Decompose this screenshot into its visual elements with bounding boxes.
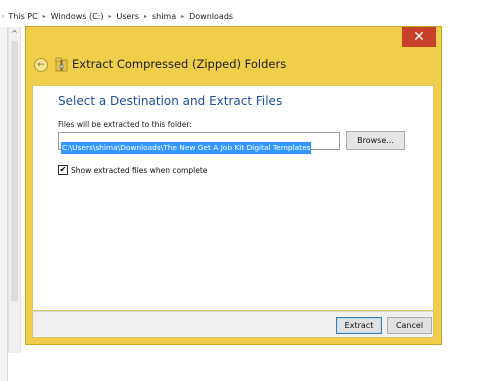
extract-button[interactable]: Extract	[336, 317, 382, 334]
close-icon: ✕	[413, 29, 425, 45]
breadcrumb-item-downloads[interactable]: Downloads	[189, 12, 233, 21]
back-button[interactable]: ←	[34, 58, 48, 72]
navigation-pane	[0, 27, 8, 381]
breadcrumb-separator[interactable]: ▸	[181, 13, 184, 20]
show-files-option[interactable]: ✔ Show extracted files when complete	[58, 165, 207, 175]
breadcrumb-separator[interactable]: ▸	[43, 13, 46, 20]
breadcrumb-item-shima[interactable]: shima	[152, 12, 176, 21]
scroll-thumb[interactable]	[11, 41, 18, 301]
breadcrumb-separator[interactable]: ▸	[109, 13, 112, 20]
destination-path-value: C:\Users\shima\Downloads\The New Get A J…	[61, 142, 312, 154]
check-icon: ✔	[59, 165, 67, 174]
breadcrumb: › This PC ▸ Windows (C:) ▸ Users ▸ shima…	[0, 9, 233, 23]
browse-button[interactable]: Browse...	[346, 131, 405, 150]
destination-path-input[interactable]: C:\Users\shima\Downloads\The New Get A J…	[58, 132, 340, 154]
cancel-button[interactable]: Cancel	[387, 317, 432, 334]
dialog-content: Select a Destination and Extract Files F…	[32, 85, 434, 311]
zip-folder-icon	[55, 57, 68, 72]
breadcrumb-separator: ›	[2, 12, 5, 20]
destination-label: Files will be extracted to this folder:	[58, 120, 192, 129]
page-heading: Select a Destination and Extract Files	[58, 94, 283, 108]
breadcrumb-separator[interactable]: ▸	[144, 13, 147, 20]
show-files-checkbox[interactable]: ✔	[58, 165, 68, 175]
breadcrumb-item-users[interactable]: Users	[117, 12, 139, 21]
navigation-scrollbar[interactable]: ^	[8, 27, 21, 353]
scroll-up-icon[interactable]: ^	[9, 27, 20, 39]
extract-dialog: ✕ ← Extract Compressed (Zipped) Folders …	[25, 26, 442, 345]
breadcrumb-item-this-pc[interactable]: This PC	[8, 12, 37, 21]
show-files-label[interactable]: Show extracted files when complete	[71, 166, 207, 175]
arrow-left-icon: ←	[37, 60, 45, 70]
close-button[interactable]: ✕	[402, 27, 436, 47]
dialog-title: Extract Compressed (Zipped) Folders	[72, 57, 287, 71]
dialog-footer: Extract Cancel	[32, 311, 434, 338]
breadcrumb-item-windows-c[interactable]: Windows (C:)	[51, 12, 104, 21]
